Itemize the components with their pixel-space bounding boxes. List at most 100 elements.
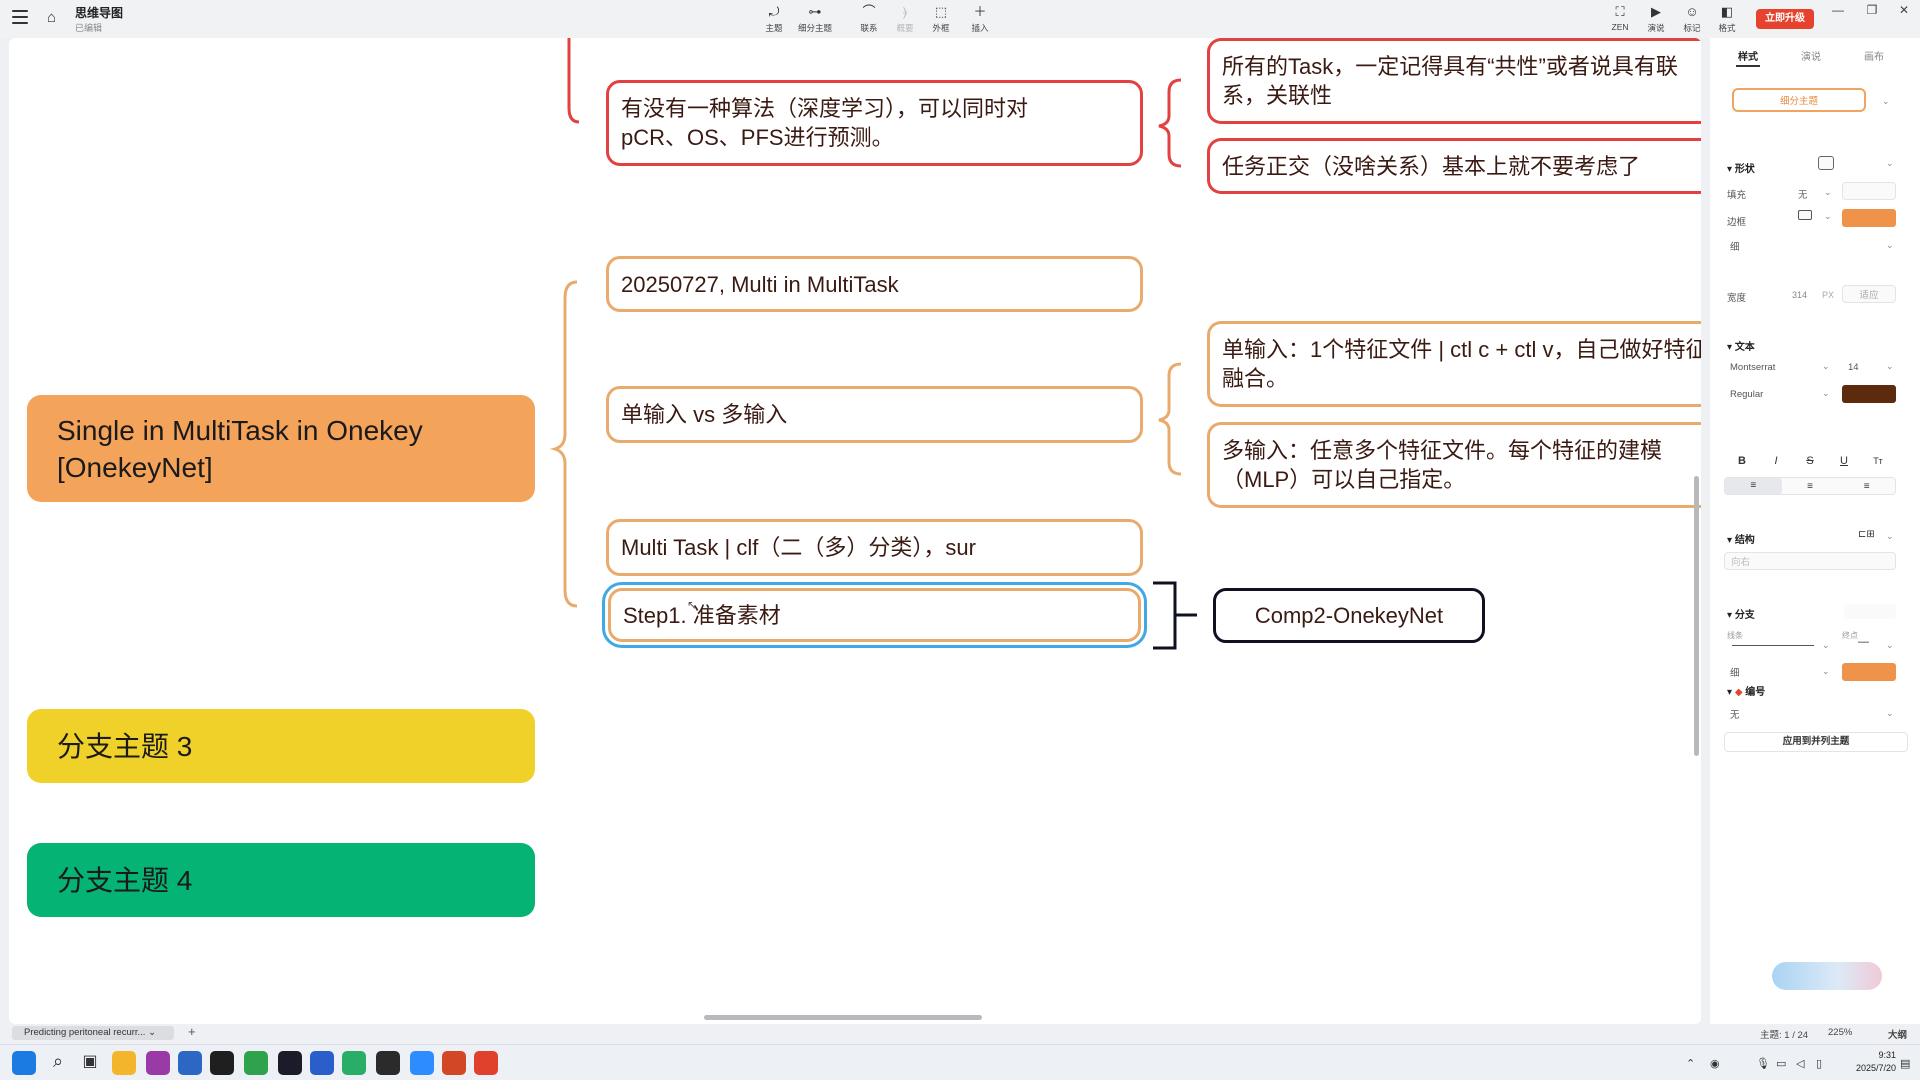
subtopic-input[interactable]: 单输入 vs 多输入 [606,386,1143,443]
zoom-meeting-icon[interactable] [410,1051,434,1075]
xmind-icon[interactable] [474,1051,498,1075]
present-tool[interactable]: ▶ 演说 [1636,4,1676,34]
chevron-down-icon[interactable]: ⌄ [148,1027,156,1038]
vertical-scrollbar[interactable] [1694,476,1699,756]
numbering-select[interactable]: 无 [1724,705,1896,723]
upgrade-button[interactable]: 立即升级 [1756,9,1814,29]
chevron-down-icon[interactable]: ⌄ [1886,531,1894,542]
search-icon[interactable]: ⌕ [46,1051,70,1075]
marker-tool[interactable]: ☺ 标记 [1672,4,1712,34]
insert-tool[interactable]: ＋ 插入 [960,4,1000,34]
align-center-icon[interactable]: ≡ [1782,481,1839,492]
zoom-level[interactable]: 225% [1828,1027,1852,1038]
chevron-down-icon[interactable]: ⌄ [1886,708,1894,719]
branch-weight-select[interactable]: 细 [1724,663,1830,681]
task-view-icon[interactable]: ▣ [78,1051,102,1075]
shape-section-title[interactable]: ▾ 形状 [1727,160,1755,175]
child-topic-multi-input[interactable]: 多输入：任意多个特征文件。每个特征的建模（MLP）可以自己指定。 [1207,422,1701,508]
chevron-down-icon[interactable]: ⌄ [1822,640,1830,651]
document-title[interactable]: 思维导图 [75,4,123,21]
network-icon[interactable]: ▭ [1776,1057,1786,1070]
subtopic-step1[interactable]: Step1. 准备素材 [602,582,1147,648]
border-weight-select[interactable]: 细 [1724,237,1896,255]
microphone-icon[interactable]: 🎙 [1756,1057,1770,1070]
home-icon[interactable]: ⌂ [47,9,56,26]
relation-tool[interactable]: ⌒ 联系 [849,4,889,34]
branch-topic-3[interactable]: 分支主题 3 [27,709,535,783]
structure-icon[interactable]: ⊏⊞ [1858,529,1875,540]
zen-tool[interactable]: ⛶ ZEN [1600,4,1640,32]
windows-start-icon[interactable] [12,1051,36,1075]
child-topic-single-input[interactable]: 单输入：1个特征文件 | ctl c + ctl v，自己做好特征融合。 [1207,321,1701,407]
chevron-down-icon[interactable]: ⌄ [1886,361,1894,372]
boundary-tool[interactable]: ⬚ 外框 [921,4,961,34]
text-case-button[interactable]: Tт [1866,451,1890,471]
branch-section-title[interactable]: ▾ 分支 [1727,606,1755,621]
summary-tool[interactable]: ⦒ 概要 [885,4,925,34]
clock-time[interactable]: 9:31 [1846,1050,1896,1060]
fill-color-swatch[interactable] [1842,182,1896,200]
align-left-icon[interactable]: ≡ [1725,478,1782,494]
close-icon[interactable]: ✕ [1890,3,1918,17]
file-explorer-icon[interactable] [112,1051,136,1075]
subtopic-tool[interactable]: ⊶ 细分主题 [795,4,835,34]
fill-select[interactable]: 无 [1798,187,1808,201]
chevron-down-icon[interactable]: ⌄ [1882,96,1890,107]
feather-app-icon[interactable] [178,1051,202,1075]
style-preset-button[interactable]: 细分主题 [1732,88,1866,112]
terminal-app-icon[interactable] [278,1051,302,1075]
mindmap-canvas[interactable]: Single in MultiTask in Onekey [OnekeyNet… [9,38,1701,1024]
powerpoint-icon[interactable] [442,1051,466,1075]
chevron-down-icon[interactable]: ⌄ [1886,158,1894,169]
tab-canvas[interactable]: 画布 [1864,48,1884,63]
text-section-title[interactable]: ▾ 文本 [1727,338,1755,353]
apply-to-siblings-button[interactable]: 应用到并列主题 [1724,732,1908,752]
align-right-icon[interactable]: ≡ [1838,481,1895,492]
subtopic-date[interactable]: 20250727, Multi in MultiTask [606,256,1143,312]
text-color-swatch[interactable] [1842,385,1896,403]
cursor-app-icon[interactable] [146,1051,170,1075]
branch-style-select[interactable] [1844,604,1896,619]
child-topic-comp2[interactable]: Comp2-OnekeyNet [1213,588,1485,643]
underline-button[interactable]: U [1832,451,1856,471]
strikethrough-button[interactable]: S [1798,451,1822,471]
minimize-icon[interactable]: — [1824,3,1852,17]
border-style-picker[interactable] [1798,210,1812,220]
ai-assistant-widget[interactable] [1772,962,1882,990]
child-topic-commonality[interactable]: 所有的Task，一定记得具有“共性”或者说具有联系，关联性 [1207,38,1701,124]
format-tool[interactable]: ◧ 格式 [1707,4,1747,34]
horizontal-scrollbar[interactable] [704,1015,982,1020]
chevron-down-icon[interactable]: ⌄ [1824,187,1832,198]
bold-button[interactable]: B [1730,451,1754,471]
chrome-icon[interactable] [244,1051,268,1075]
numbering-section-title[interactable]: ▾ ◆ 编号 [1727,683,1765,698]
branch-color-swatch[interactable] [1842,663,1896,681]
fit-width-button[interactable]: 适应 [1842,285,1896,303]
chevron-down-icon[interactable]: ⌄ [1822,361,1830,372]
structure-direction-select[interactable]: 向右 [1724,552,1896,570]
tab-present[interactable]: 演说 [1801,48,1821,63]
tray-app-icon[interactable]: ◉ [1710,1057,1720,1070]
maximize-icon[interactable]: ❐ [1858,3,1886,17]
document-tab[interactable]: Predicting peritoneal recurr... ⌄ [12,1026,174,1040]
pycharm-icon[interactable] [210,1051,234,1075]
wechat-icon[interactable] [342,1051,366,1075]
chevron-down-icon[interactable]: ⌄ [1822,666,1830,677]
tray-overflow-icon[interactable]: ⌃ [1686,1057,1695,1070]
battery-icon[interactable]: ▯ [1816,1057,1822,1070]
italic-button[interactable]: I [1764,451,1788,471]
border-color-swatch[interactable] [1842,209,1896,227]
chevron-down-icon[interactable]: ⌄ [1824,211,1832,222]
notification-icon[interactable]: ▤ [1900,1057,1910,1070]
clock-date[interactable]: 2025/7/20 [1846,1063,1896,1073]
central-topic[interactable]: Single in MultiTask in Onekey [OnekeyNet… [27,395,535,502]
chevron-down-icon[interactable]: ⌄ [1822,388,1830,399]
font-family-select[interactable]: Montserrat [1724,358,1830,376]
menu-icon[interactable] [12,10,28,26]
vscode-icon[interactable] [310,1051,334,1075]
add-tab-icon[interactable]: + [188,1024,196,1039]
subtopic-algorithm[interactable]: 有没有一种算法（深度学习），可以同时对pCR、OS、PFS进行预测。 [606,80,1143,166]
topic-tool[interactable]: ⤾ 主题 [754,4,794,34]
cmd-icon[interactable] [376,1051,400,1075]
structure-section-title[interactable]: ▾ 结构 [1727,531,1755,546]
